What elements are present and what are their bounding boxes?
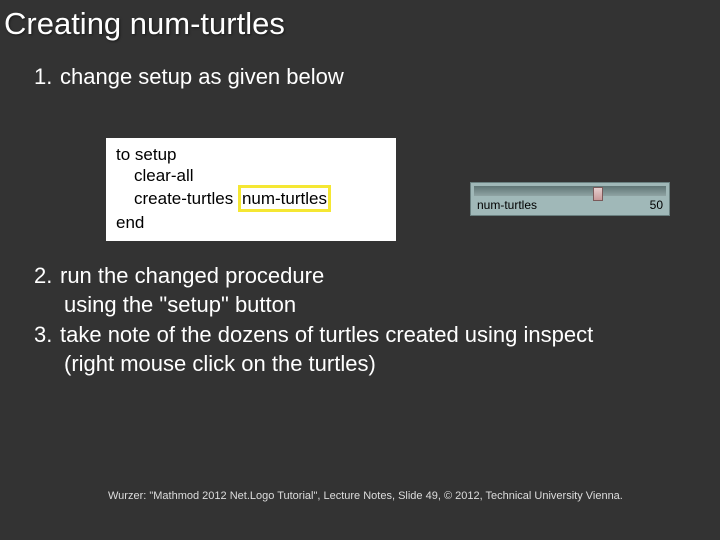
code-highlight: num-turtles bbox=[238, 185, 331, 212]
code-line-3-prefix: create-turtles bbox=[134, 189, 238, 208]
slider-thumb[interactable] bbox=[593, 187, 603, 201]
code-line-2: clear-all bbox=[116, 165, 386, 186]
footer-text: Wurzer: "Mathmod 2012 Net.Logo Tutorial"… bbox=[108, 490, 623, 502]
code-line-3: create-turtles num-turtles bbox=[116, 187, 386, 212]
step-1-text: change setup as given below bbox=[60, 64, 344, 89]
slider-value: 50 bbox=[650, 198, 663, 212]
num-turtles-slider[interactable]: num-turtles 50 bbox=[470, 182, 670, 216]
step-2-text-line2: using the "setup" button bbox=[34, 291, 593, 320]
code-line-1: to setup bbox=[116, 144, 386, 165]
page-title: Creating num-turtles bbox=[0, 0, 720, 42]
slider-track[interactable] bbox=[474, 186, 666, 196]
step-3: 3.take note of the dozens of turtles cre… bbox=[34, 321, 593, 378]
step-2: 2.run the changed procedure using the "s… bbox=[34, 262, 593, 319]
step-2-number: 2. bbox=[34, 262, 60, 291]
code-line-4: end bbox=[116, 212, 386, 233]
step-1: 1.change setup as given below bbox=[34, 64, 720, 90]
code-block: to setup clear-all create-turtles num-tu… bbox=[106, 138, 396, 241]
slider-label: num-turtles bbox=[477, 198, 537, 212]
step-3-text-line1: take note of the dozens of turtles creat… bbox=[60, 322, 593, 347]
step-1-number: 1. bbox=[34, 64, 60, 90]
step-2-text-line1: run the changed procedure bbox=[60, 263, 324, 288]
step-3-text-line2: (right mouse click on the turtles) bbox=[34, 350, 593, 379]
step-3-number: 3. bbox=[34, 321, 60, 350]
